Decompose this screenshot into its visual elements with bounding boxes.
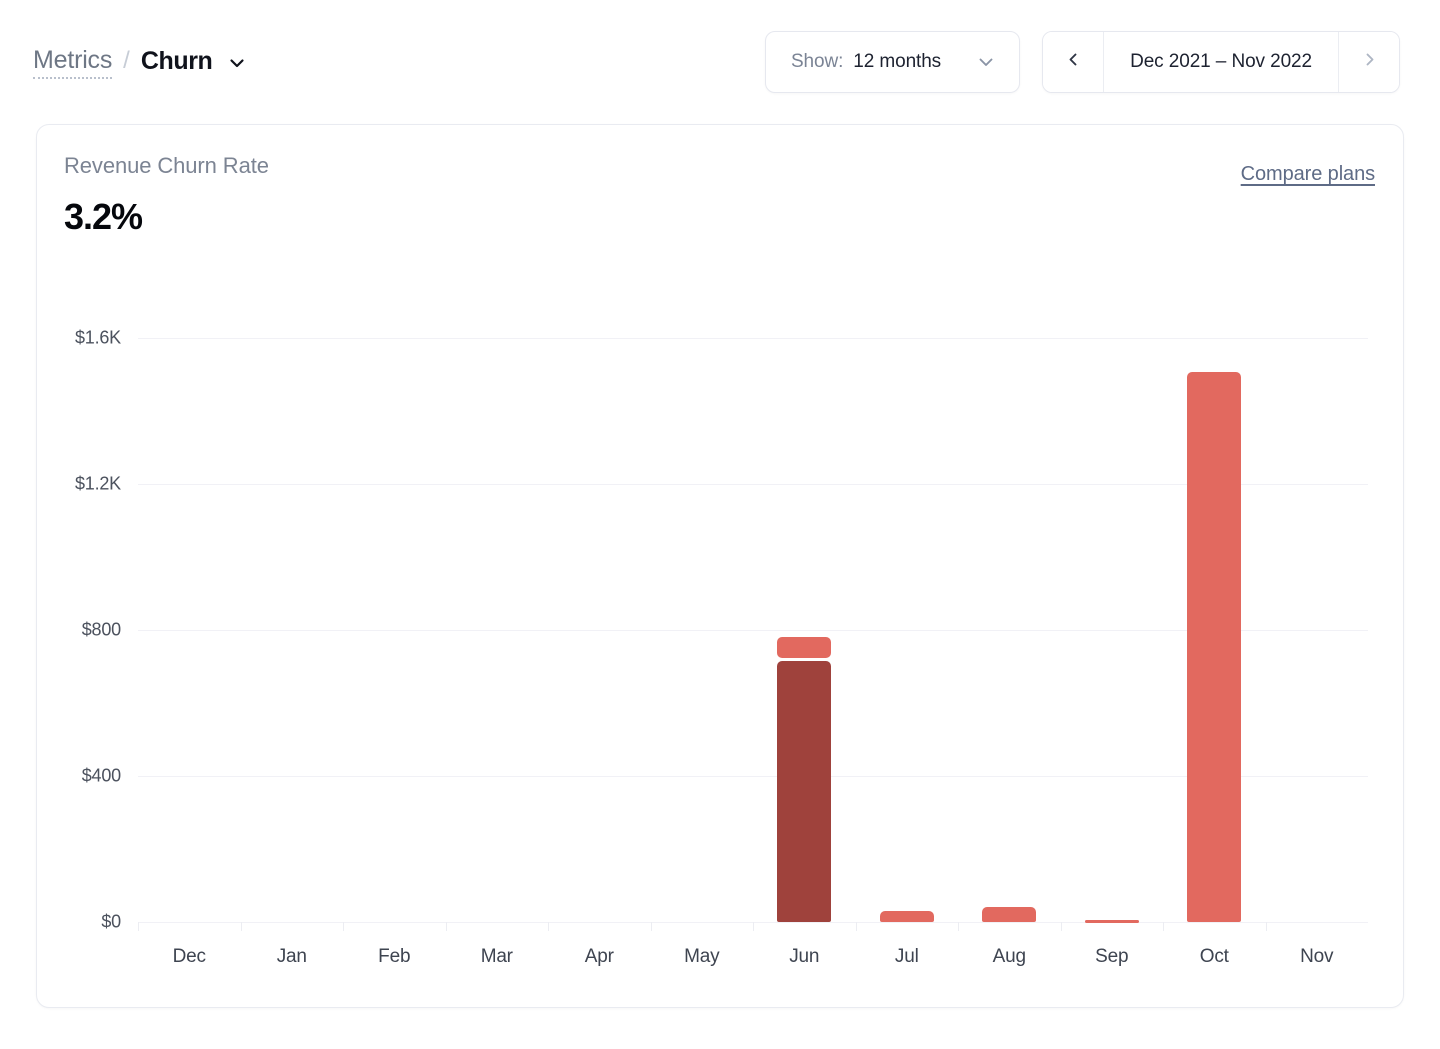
x-axis-tick-label: Apr [584,946,614,967]
x-axis-tick-mark [651,922,652,931]
chevron-right-icon [1361,51,1378,73]
breadcrumb-separator: / [123,47,130,74]
gridline [138,338,1368,339]
top-bar: Metrics / Churn Show: 12 months Dec 2021… [0,0,1440,120]
period-select-value: 12 months [853,51,942,72]
gridline [138,776,1368,777]
date-range-label[interactable]: Dec 2021 – Nov 2022 [1104,32,1338,92]
y-axis-tick-label: $1.6K [74,327,121,348]
x-axis-tick-label: Jul [894,946,919,967]
y-axis-tick-label: $1.2K [74,473,121,494]
chevron-down-icon[interactable] [226,52,248,74]
x-axis-tick-label: Nov [1300,946,1334,967]
bar-segment[interactable] [879,911,934,922]
x-axis-tick-label: Oct [1199,946,1229,967]
chevron-down-icon[interactable] [973,49,999,75]
churn-card: Revenue Churn Rate 3.2% Compare plans $0… [36,124,1404,1008]
x-axis-tick-mark [343,922,344,931]
breadcrumb: Metrics / Churn [33,44,248,82]
bar-segment[interactable] [777,661,832,922]
bar-segment[interactable] [1084,919,1139,923]
x-axis-tick-mark [241,922,242,931]
x-axis-tick-mark [1266,922,1267,931]
y-axis-tick-label: $400 [81,765,121,786]
x-axis-tick-mark [1163,922,1164,931]
revenue-churn-bar-chart: $0 $400 $800 $1.2K $1.6K Dec Jan Feb Mar Apr May Ju… [37,125,1405,1009]
header-controls: Show: 12 months Dec 2021 – Nov 2022 [764,31,1400,93]
y-axis-tick-label: $0 [101,911,121,932]
x-axis-tick-mark [138,922,139,931]
x-axis-tick-label: Jun [789,946,820,967]
bar-segment[interactable] [777,637,832,659]
breadcrumb-item-churn: Churn [140,46,213,75]
x-axis-tick-label: Aug [992,946,1026,967]
chevron-left-icon [1065,51,1082,73]
x-axis-tick-label: Mar [480,946,513,967]
x-axis-tick-label: May [684,946,720,967]
x-axis-tick-mark [446,922,447,931]
period-select-label: Show: [790,51,844,72]
gridline [138,630,1368,631]
bar-segment[interactable] [982,906,1037,922]
x-axis-tick-mark [856,922,857,931]
range-prev-button[interactable] [1043,32,1105,92]
x-axis-tick-label: Jan [276,946,307,967]
x-axis-tick-mark [958,922,959,931]
range-next-button[interactable] [1338,32,1399,92]
page-root: Metrics / Churn Show: 12 months Dec 2021… [0,0,1440,1049]
x-axis-tick-label: Dec [172,946,206,967]
bar-segment[interactable] [1187,371,1242,922]
x-axis-tick-label: Sep [1095,946,1129,967]
y-axis-tick-label: $800 [81,619,121,640]
x-axis-tick-mark [548,922,549,931]
breadcrumb-item-metrics[interactable]: Metrics [33,47,112,79]
gridline [138,484,1368,485]
x-axis-tick-mark [753,922,754,931]
period-select[interactable]: Show: 12 months [764,31,1021,93]
date-range-nav: Dec 2021 – Nov 2022 [1042,31,1400,93]
x-axis-tick-mark [1061,922,1062,931]
x-axis-tick-label: Feb [378,946,411,967]
